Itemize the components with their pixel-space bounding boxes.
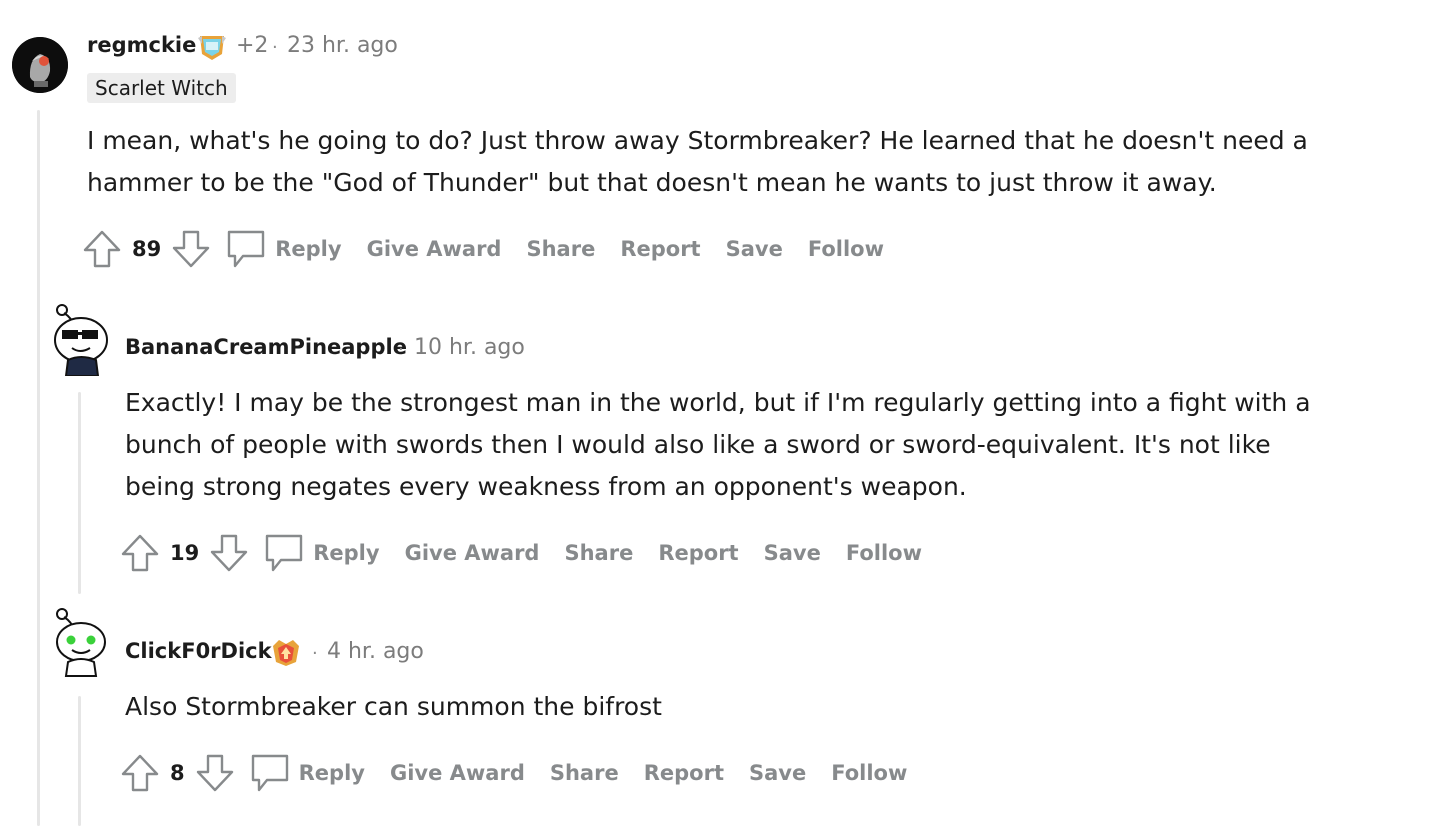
upvote-icon[interactable]: [82, 229, 122, 269]
comment-body-line: Also Stormbreaker can summon the bifrost: [125, 692, 662, 721]
award-count[interactable]: +2: [236, 33, 268, 58]
reply-button[interactable]: Reply: [313, 541, 379, 565]
reply-button[interactable]: Reply: [299, 761, 365, 785]
thread-line-level-2[interactable]: [78, 392, 81, 594]
avatar[interactable]: [52, 302, 110, 376]
comment-actions: 19 Reply Give Award Share Report Save Fo…: [120, 533, 922, 573]
save-button[interactable]: Save: [749, 761, 806, 785]
reply-bubble-icon[interactable]: [249, 752, 291, 794]
follow-button[interactable]: Follow: [808, 237, 884, 261]
downvote-icon[interactable]: [171, 229, 211, 269]
comment-body-line: being strong negates every weakness from…: [125, 472, 967, 501]
report-button[interactable]: Report: [658, 541, 738, 565]
comment-body-line: I mean, what's he going to do? Just thro…: [87, 126, 1308, 155]
meta-separator: ·: [312, 643, 318, 664]
comment-author[interactable]: BananaCreamPineapple: [125, 335, 407, 359]
downvote-icon[interactable]: [195, 753, 235, 793]
avatar[interactable]: [52, 606, 110, 680]
upvote-icon[interactable]: [120, 753, 160, 793]
meta-separator: ·: [398, 339, 404, 360]
comment-body: Exactly! I may be the strongest man in t…: [125, 382, 1311, 508]
comment-body-line: hammer to be the "God of Thunder" but th…: [87, 168, 1217, 197]
reply-bubble-icon[interactable]: [263, 532, 305, 574]
comment-actions: 89 Reply Give Award Share Report Save Fo…: [82, 229, 884, 269]
downvote-icon[interactable]: [209, 533, 249, 573]
share-button[interactable]: Share: [550, 761, 619, 785]
award-icon: [196, 30, 228, 62]
comment-author[interactable]: ClickF0rDick: [125, 639, 272, 663]
share-button[interactable]: Share: [564, 541, 633, 565]
avatar[interactable]: [12, 37, 68, 93]
comment-body: Also Stormbreaker can summon the bifrost: [125, 686, 662, 728]
upvote-icon[interactable]: [120, 533, 160, 573]
thread-line-level-2b[interactable]: [78, 696, 81, 826]
vote-score: 8: [170, 761, 185, 785]
comment-body-line: bunch of people with swords then I would…: [125, 430, 1271, 459]
save-button[interactable]: Save: [764, 541, 821, 565]
comment-timestamp[interactable]: 23 hr. ago: [287, 33, 398, 58]
award-icon: [270, 636, 302, 668]
reply-bubble-icon[interactable]: [225, 228, 267, 270]
follow-button[interactable]: Follow: [831, 761, 907, 785]
user-flair: Scarlet Witch: [87, 73, 236, 103]
give-award-button[interactable]: Give Award: [405, 541, 540, 565]
report-button[interactable]: Report: [644, 761, 724, 785]
share-button[interactable]: Share: [526, 237, 595, 261]
follow-button[interactable]: Follow: [846, 541, 922, 565]
give-award-button[interactable]: Give Award: [390, 761, 525, 785]
meta-separator: ·: [272, 37, 278, 58]
comment-timestamp[interactable]: 4 hr. ago: [327, 639, 424, 664]
give-award-button[interactable]: Give Award: [367, 237, 502, 261]
vote-score: 89: [132, 237, 162, 261]
comment-body: I mean, what's he going to do? Just thro…: [87, 120, 1308, 204]
thread-line-level-1[interactable]: [37, 110, 40, 826]
snoo-avatar-icon: [54, 304, 108, 376]
report-button[interactable]: Report: [620, 237, 700, 261]
comment-author[interactable]: regmckie: [87, 33, 196, 57]
comment-actions: 8 Reply Give Award Share Report Save Fol…: [120, 753, 907, 793]
user-avatar-icon: [12, 37, 68, 93]
vote-score: 19: [170, 541, 200, 565]
snoo-avatar-icon: [56, 608, 106, 677]
comment-timestamp[interactable]: 10 hr. ago: [414, 335, 525, 360]
comment-body-line: Exactly! I may be the strongest man in t…: [125, 388, 1311, 417]
reply-button[interactable]: Reply: [275, 237, 341, 261]
save-button[interactable]: Save: [726, 237, 783, 261]
